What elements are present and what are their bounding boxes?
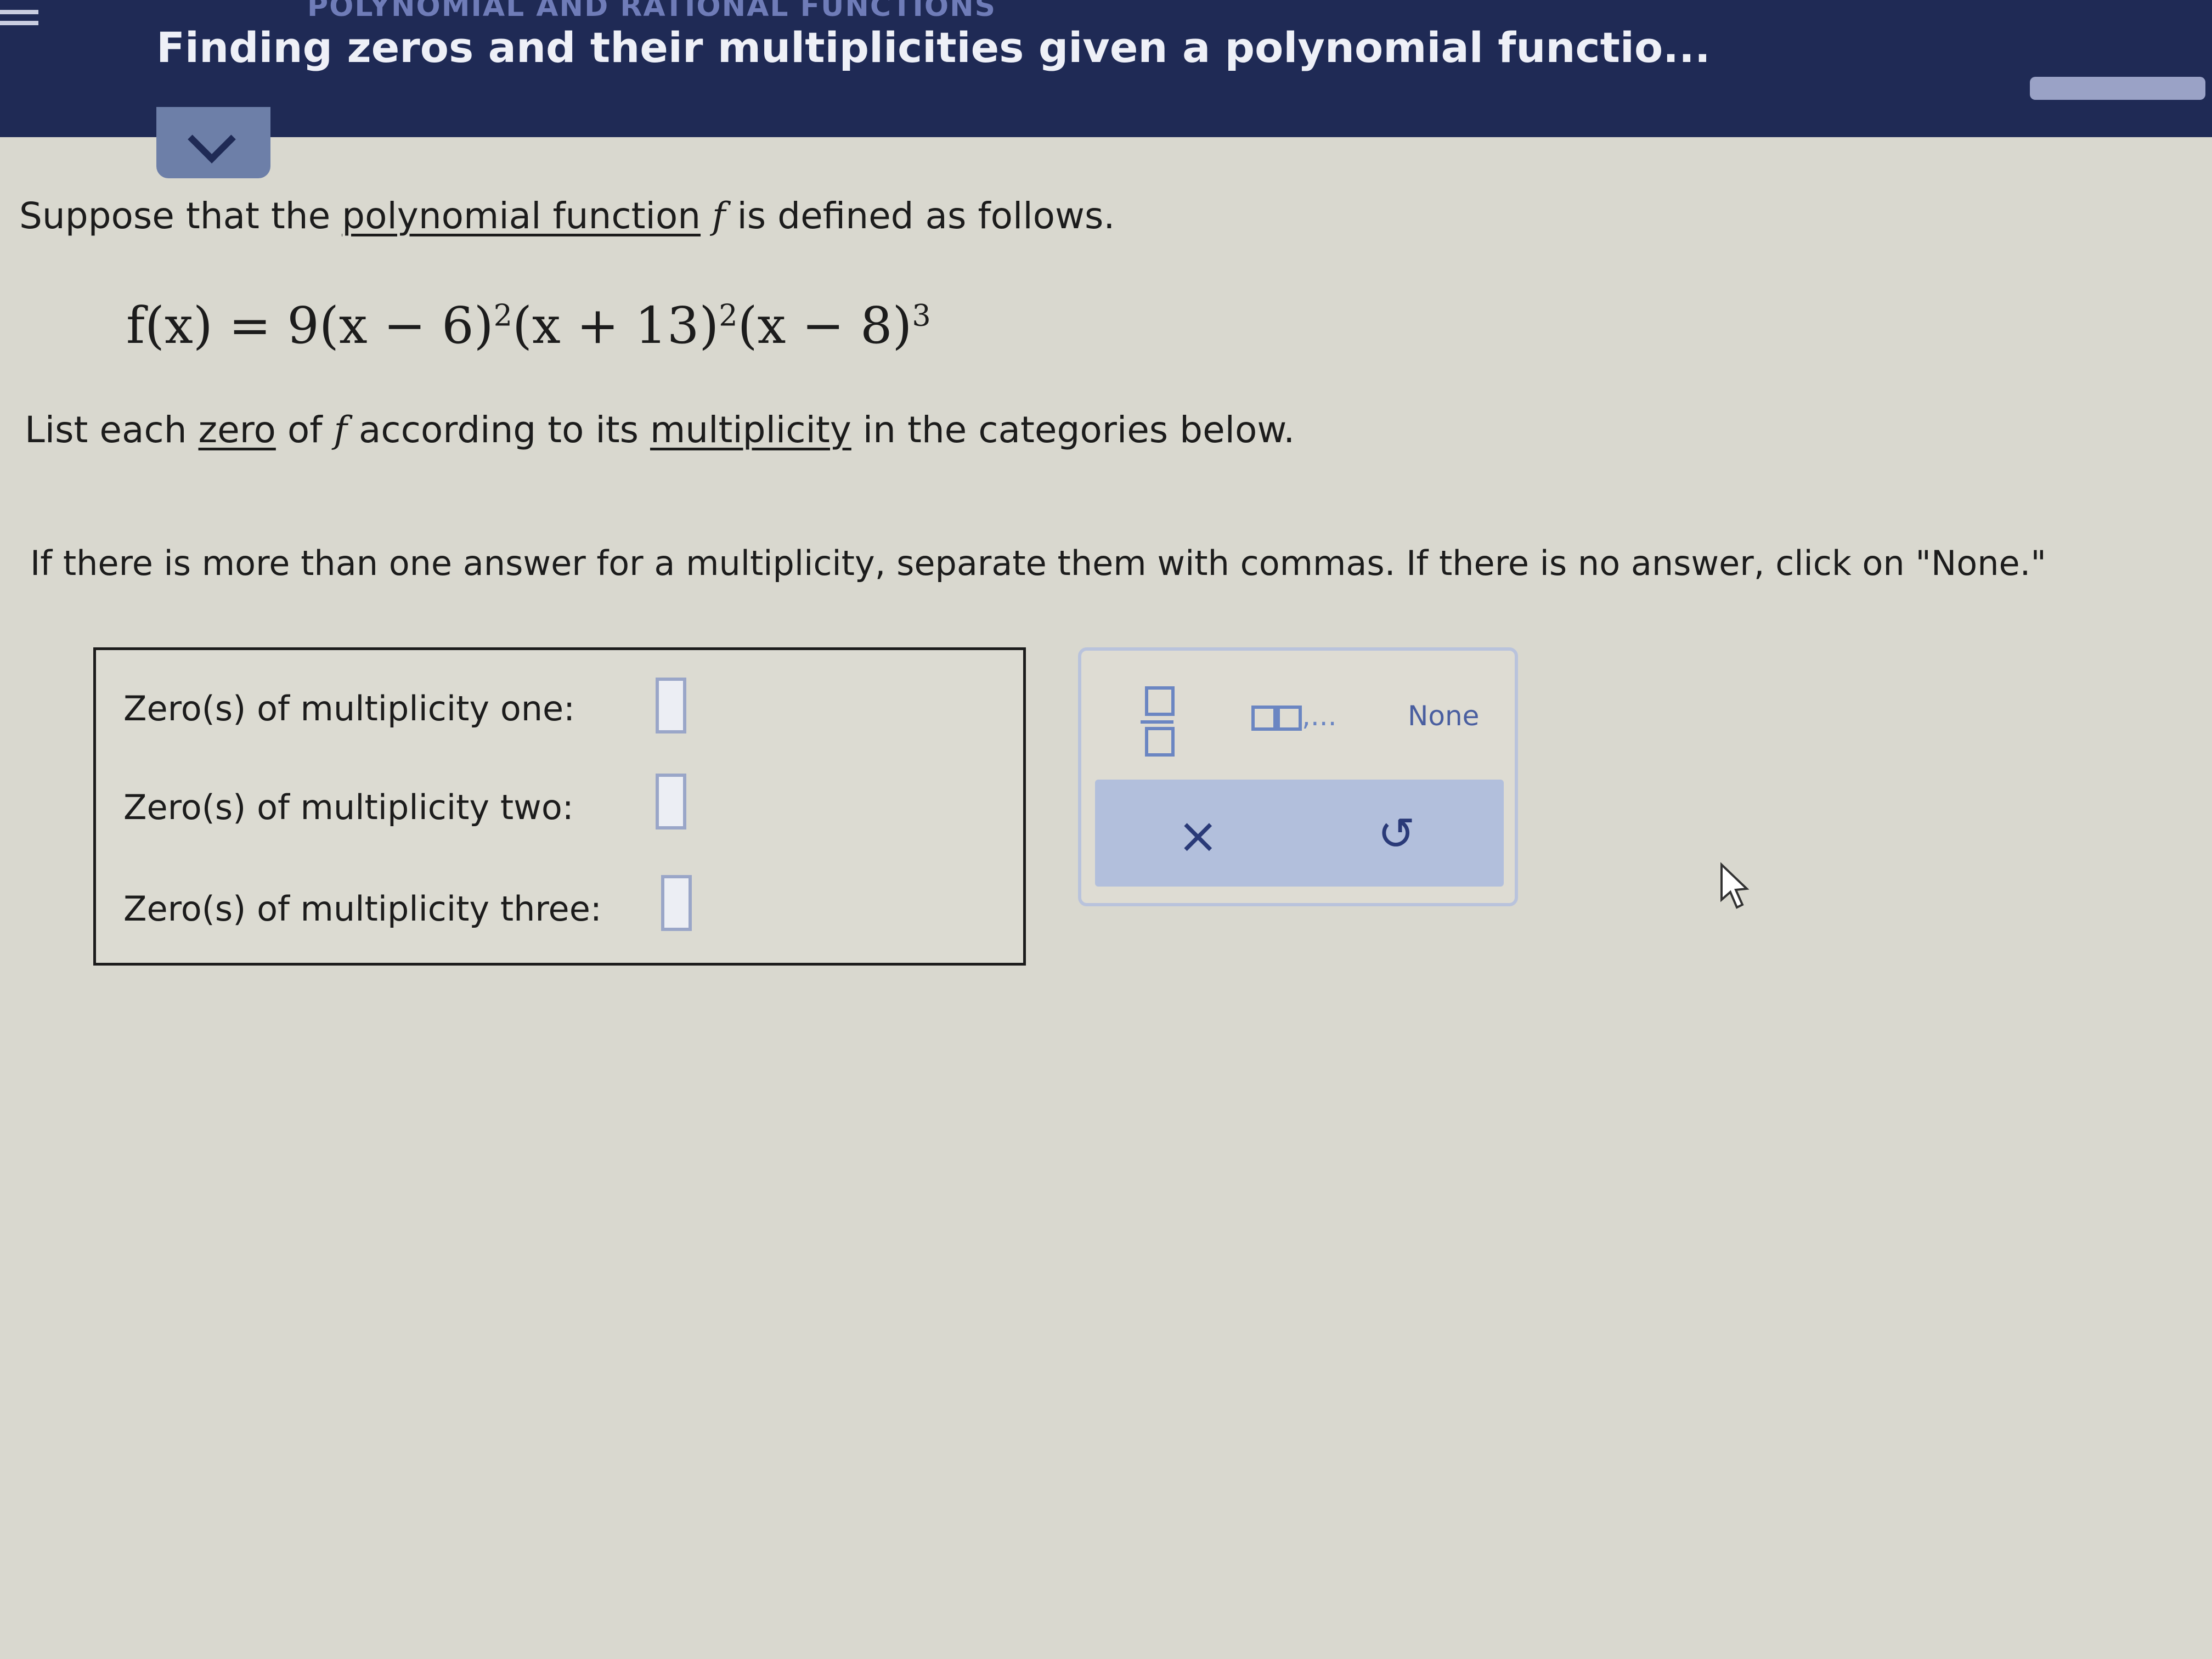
multiplicity-link[interactable]: multiplicity [650, 409, 851, 451]
intro-text-after: is defined as follows. [737, 195, 1115, 237]
undo-button[interactable]: ↺ [1378, 808, 1415, 860]
zero-link[interactable]: zero [199, 409, 276, 451]
list-box-icon [1251, 705, 1277, 731]
fraction-numerator-icon [1145, 686, 1175, 716]
multiplicity-one-input[interactable] [656, 678, 686, 733]
menu-icon[interactable] [0, 10, 44, 43]
header-progress-pill [2030, 77, 2205, 100]
list-box-icon [1277, 705, 1302, 731]
instruction-line: List each zero of f according to its mul… [25, 409, 1295, 451]
formula-mid: (x + 13) [512, 296, 719, 355]
instruction-of: of [287, 409, 323, 451]
clear-button[interactable]: × [1177, 807, 1218, 865]
instruction-mid: according to its [358, 409, 639, 451]
fraction-bar-icon [1141, 720, 1173, 724]
polynomial-formula: f(x) = 9(x − 6)2(x + 13)2(x − 8)3 [126, 296, 931, 355]
intro-text-before: Suppose that the [19, 195, 331, 237]
page-title: Finding zeros and their multiplicities g… [156, 23, 1711, 72]
answer-panel: Zero(s) of multiplicity one: Zero(s) of … [93, 647, 1026, 966]
math-keypad: ,... None × ↺ [1078, 647, 1518, 906]
multiplicity-three-input[interactable] [661, 875, 692, 931]
breadcrumb: POLYNOMIAL AND RATIONAL FUNCTIONS [307, 0, 997, 23]
problem-intro: Suppose that the polynomial function f i… [19, 195, 1115, 237]
multiplicity-one-label: Zero(s) of multiplicity one: [123, 689, 575, 729]
none-button[interactable]: None [1408, 700, 1479, 732]
multiplicity-two-input[interactable] [656, 774, 686, 830]
formula-exponent-2: 2 [719, 298, 738, 333]
collapse-tab[interactable] [156, 107, 270, 178]
instruction-end: in the categories below. [862, 409, 1295, 451]
list-label: ,... [1302, 700, 1337, 732]
list-button[interactable]: ,... [1251, 700, 1337, 732]
fraction-denominator-icon [1145, 727, 1175, 757]
formula-lhs: f(x) = 9(x − 6) [126, 296, 494, 355]
instruction-variable: f [334, 409, 347, 451]
chevron-down-icon [188, 115, 236, 163]
multiplicity-three-label: Zero(s) of multiplicity three: [123, 889, 602, 929]
function-variable: f [712, 195, 726, 237]
instruction-start: List each [25, 409, 187, 451]
formula-exponent-1: 2 [493, 298, 512, 333]
instruction-note: If there is more than one answer for a m… [30, 543, 2046, 583]
keypad-actions: × ↺ [1095, 780, 1504, 887]
formula-tail: (x − 8) [737, 296, 912, 355]
header-bar: POLYNOMIAL AND RATIONAL FUNCTIONS Findin… [0, 0, 2212, 137]
mouse-cursor-icon [1720, 862, 1750, 909]
formula-exponent-3: 3 [912, 298, 931, 333]
fraction-button[interactable] [1141, 686, 1175, 758]
polynomial-function-link[interactable]: polynomial function [342, 195, 701, 237]
multiplicity-two-label: Zero(s) of multiplicity two: [123, 787, 574, 827]
